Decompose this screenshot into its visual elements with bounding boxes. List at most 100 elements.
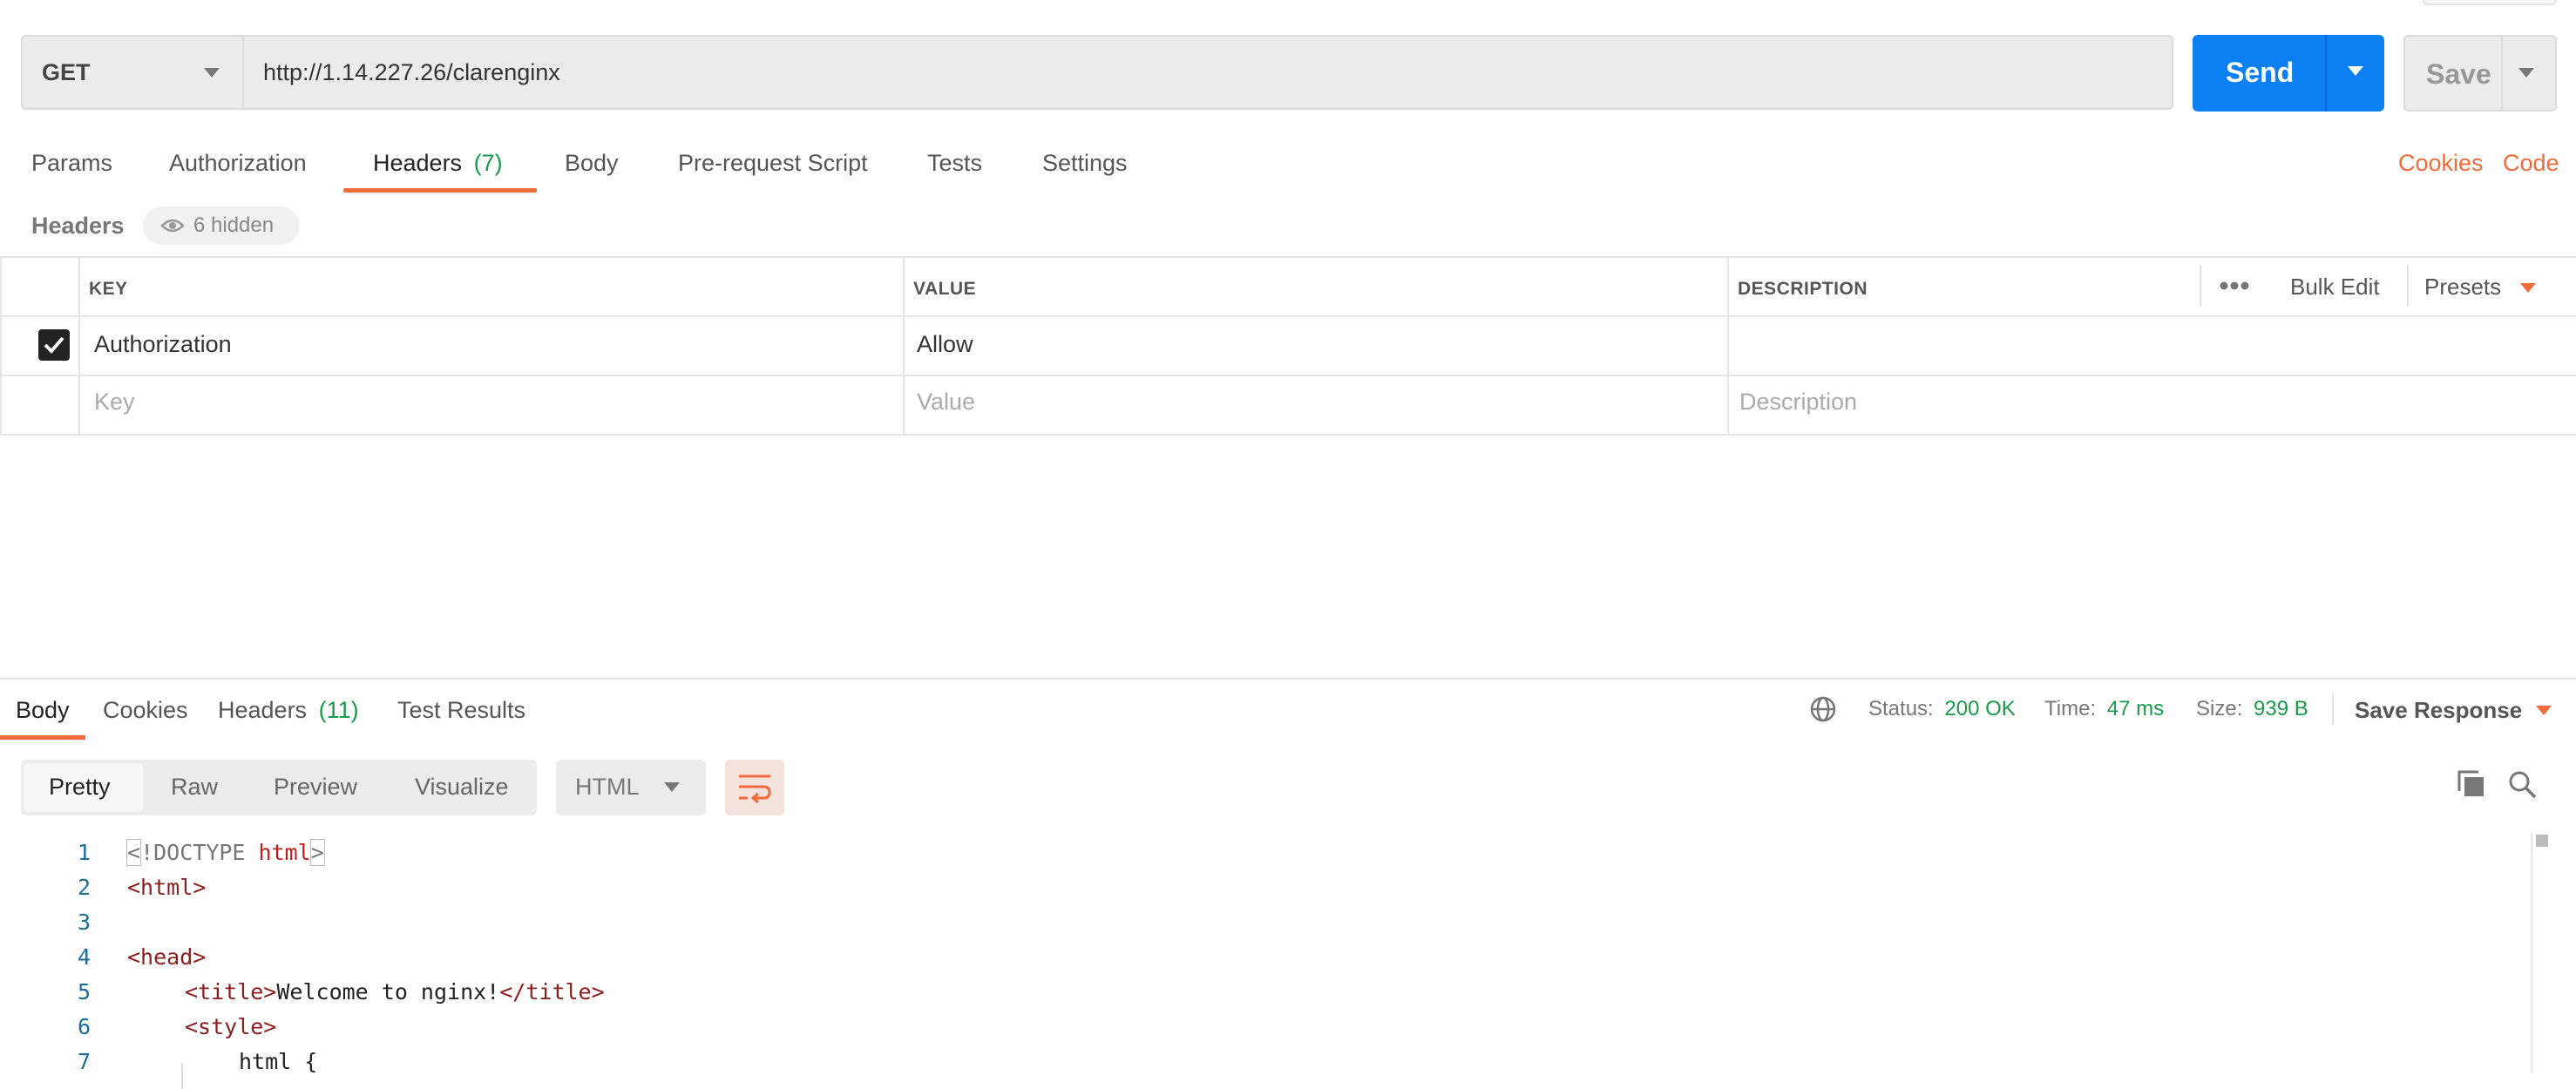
line-number: 1 [77,840,91,865]
tab-authorization[interactable]: Authorization [169,150,307,177]
size-label: Size: [2196,697,2243,720]
save-response-chevron-icon[interactable] [2536,706,2552,715]
column-header-description: DESCRIPTION [1738,279,1868,299]
tab-headers[interactable]: Headers (7) [373,150,503,177]
line-number: 4 [77,944,91,970]
line-number: 3 [77,910,91,935]
headers-section-title: Headers [31,213,125,239]
language-label: HTML [575,774,640,800]
method-select[interactable]: GET [21,35,244,110]
response-tab-body[interactable]: Body [16,697,70,724]
cookies-link[interactable]: Cookies [2398,150,2484,177]
table-col-divider [78,256,80,436]
code-line: <head> [127,944,207,970]
time-value: 47 ms [2106,697,2165,720]
line-number: 6 [77,1014,91,1039]
language-select[interactable]: HTML [556,760,706,815]
hidden-count: 6 hidden [193,213,275,237]
chevron-down-icon [664,782,680,792]
line-number: 7 [77,1049,91,1074]
response-tab-headers[interactable]: Headers (11) [218,697,359,724]
tab-tests[interactable]: Tests [927,150,982,177]
send-options-chevron-icon[interactable] [2348,66,2363,76]
code-line: <title>Welcome to nginx!</title> [185,979,605,1004]
column-header-key: KEY [89,279,128,299]
value-placeholder-input[interactable]: Value [917,389,975,416]
response-tab-cookies[interactable]: Cookies [103,697,188,724]
tab-pre-request-script[interactable]: Pre-request Script [678,150,868,177]
time-label: Time: [2044,697,2097,720]
active-tab-indicator [343,188,537,193]
save-label: Save [2426,58,2491,90]
table-col-divider [1727,256,1729,436]
response-active-tab-indicator [0,735,85,740]
status-label: Status: [1868,697,1934,720]
table-col-divider [903,256,905,436]
table-border-top [0,256,2576,258]
table-border-header [0,315,2576,317]
line-number: 2 [77,875,91,900]
table-tools-divider [2407,265,2409,307]
checkmark-icon [44,336,64,354]
status-divider [2332,693,2334,725]
bulk-edit-button[interactable]: Bulk Edit [2290,274,2380,301]
response-divider [0,678,2576,680]
save-response-button[interactable]: Save Response [2355,697,2522,724]
tab-settings[interactable]: Settings [1042,150,1128,177]
line-number: 5 [77,979,91,1004]
time-indicator: Time: 47 ms [2044,697,2164,721]
format-tab-preview[interactable]: Preview [274,774,357,801]
presets-chevron-icon[interactable] [2520,283,2536,293]
row-checkbox[interactable] [38,329,70,361]
tab-body[interactable]: Body [565,150,619,177]
code-line: html { [239,1049,318,1074]
copy-icon[interactable] [2456,768,2487,800]
format-tab-visualize[interactable]: Visualize [415,774,509,801]
indent-guide [181,1063,183,1089]
save-divider [2501,37,2503,110]
status-value: 200 OK [1944,697,2016,720]
table-border-left [0,256,2,436]
chevron-down-icon [204,68,220,78]
tab-headers-label: Headers [373,150,463,176]
scrollbar-track[interactable] [2531,833,2532,1073]
tab-headers-count: (7) [473,150,503,176]
save-button[interactable]: Save [2403,35,2557,112]
size-value: 939 B [2254,697,2308,720]
window-top-handle [2423,0,2557,5]
hidden-headers-toggle[interactable]: 6 hidden [143,206,300,245]
globe-icon[interactable] [1809,695,1837,723]
format-tab-raw[interactable]: Raw [171,774,218,801]
key-placeholder-input[interactable]: Key [94,389,135,416]
response-tab-headers-label: Headers [218,697,308,723]
row-value[interactable]: Allow [917,331,973,358]
code-line: <html> [127,875,207,900]
table-border-bottom [0,434,2576,436]
save-options-chevron-icon[interactable] [2518,68,2534,78]
column-header-value: VALUE [913,279,977,299]
response-tab-test-results[interactable]: Test Results [397,697,525,724]
scrollbar-thumb[interactable] [2536,835,2548,847]
method-label: GET [42,59,91,85]
size-indicator: Size: 939 B [2196,697,2308,721]
row-key[interactable]: Authorization [94,331,232,358]
eye-icon [160,219,185,233]
code-link[interactable]: Code [2503,150,2559,177]
wrap-lines-icon [739,774,771,803]
url-text: http://1.14.227.26/clarenginx [263,59,560,85]
format-tab-pretty[interactable]: Pretty [49,774,111,801]
format-tabs: Pretty Raw Preview Visualize [21,760,537,815]
code-line: <!DOCTYPE html> [125,839,325,866]
search-icon[interactable] [2506,768,2538,800]
send-button[interactable]: Send [2193,35,2384,112]
status-indicator: Status: 200 OK [1868,697,2016,721]
url-input[interactable]: http://1.14.227.26/clarenginx [242,35,2173,110]
presets-button[interactable]: Presets [2424,274,2501,301]
tab-params[interactable]: Params [31,150,112,177]
wrap-lines-button[interactable] [725,760,784,815]
table-tools-divider [2200,265,2201,307]
more-options-icon[interactable] [2219,281,2250,291]
response-tab-headers-count: (11) [318,697,359,723]
code-line: <style> [185,1014,277,1039]
description-placeholder-input[interactable]: Description [1739,389,1857,416]
